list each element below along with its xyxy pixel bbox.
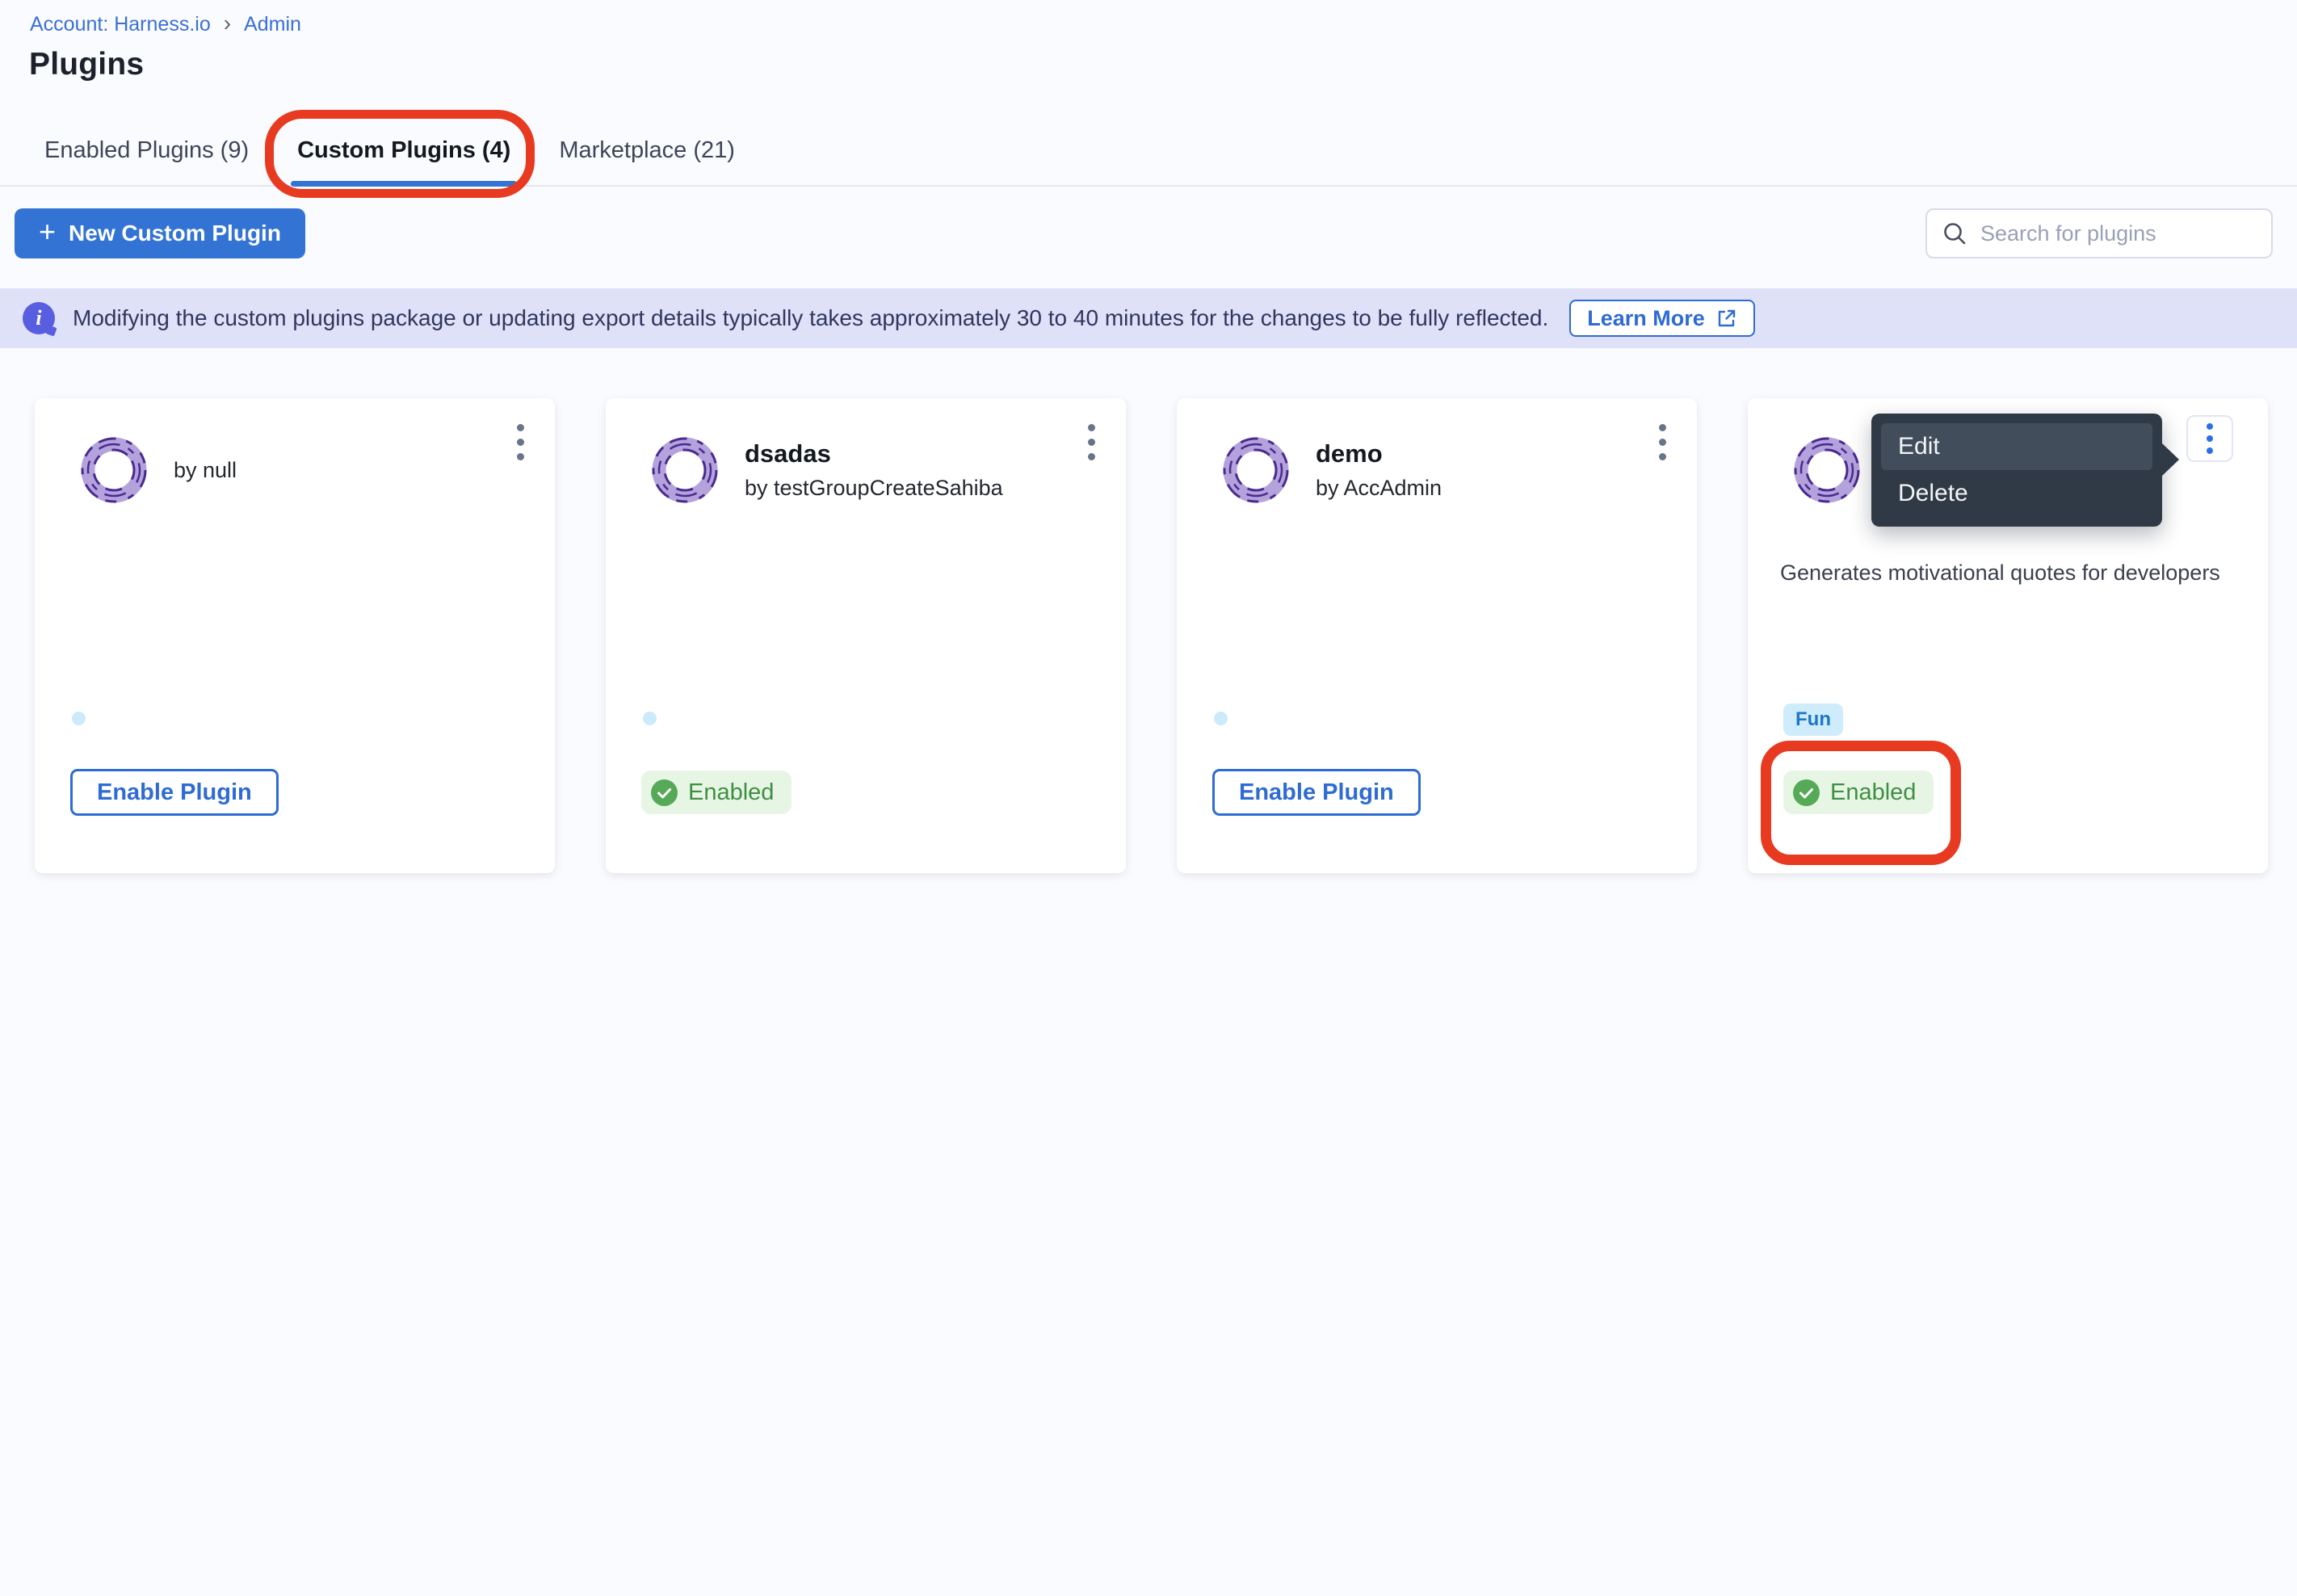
tab-bar: Enabled Plugins (9) Custom Plugins (4) M… xyxy=(0,105,2297,187)
check-circle-icon xyxy=(1793,779,1820,806)
new-custom-plugin-label: New Custom Plugin xyxy=(69,220,281,246)
learn-more-label: Learn More xyxy=(1587,306,1705,331)
plugin-search xyxy=(1925,208,2273,258)
info-banner: i Modifying the custom plugins package o… xyxy=(0,288,2297,348)
menu-item-edit[interactable]: Edit xyxy=(1881,423,2152,470)
learn-more-button[interactable]: Learn More xyxy=(1569,300,1755,337)
breadcrumb-admin-link[interactable]: Admin xyxy=(244,13,301,36)
banner-message: Modifying the custom plugins package or … xyxy=(73,305,1548,331)
search-icon xyxy=(1942,220,1967,246)
plugin-description: Generates motivational quotes for develo… xyxy=(1780,558,2239,587)
kebab-menu-icon[interactable] xyxy=(1656,421,1669,464)
fun-tag: Fun xyxy=(1783,704,1843,736)
page-title: Plugins xyxy=(29,47,144,82)
plugin-card-dsadas: dsadas by testGroupCreateSahiba Enabled xyxy=(606,398,1126,873)
plugin-logo-icon xyxy=(651,436,719,504)
tag-dot xyxy=(643,712,657,725)
menu-item-delete[interactable]: Delete xyxy=(1881,470,2152,517)
enable-plugin-button[interactable]: Enable Plugin xyxy=(1212,769,1421,816)
plugin-logo-icon xyxy=(1793,436,1861,504)
tab-custom-plugins[interactable]: Custom Plugins (4) xyxy=(294,137,514,185)
tab-custom-plugins-label: Custom Plugins (4) xyxy=(297,137,510,163)
plugin-meta: demo by AccAdmin xyxy=(1316,439,1442,501)
plugin-name: demo xyxy=(1316,439,1442,468)
plugin-author: by AccAdmin xyxy=(1316,476,1442,501)
enabled-status-badge: Enabled xyxy=(1783,771,1934,814)
card-context-menu: Edit Delete xyxy=(1871,414,2162,527)
check-circle-icon xyxy=(651,779,678,806)
plugin-logo-icon xyxy=(80,436,148,504)
plugin-author: by null xyxy=(174,458,237,483)
breadcrumb: Account: Harness.io › Admin xyxy=(30,13,301,36)
plugin-card-demo: demo by AccAdmin Enable Plugin xyxy=(1177,398,1697,873)
tab-enabled-plugins[interactable]: Enabled Plugins (9) xyxy=(41,137,252,185)
plugin-logo-icon xyxy=(1222,436,1290,504)
plugin-meta: by null xyxy=(174,458,237,483)
chevron-right-icon: › xyxy=(224,12,231,35)
enabled-status-badge: Enabled xyxy=(641,771,792,814)
enabled-status-label: Enabled xyxy=(1830,779,1916,806)
enabled-status-label: Enabled xyxy=(688,779,774,806)
tab-marketplace[interactable]: Marketplace (21) xyxy=(556,137,738,185)
breadcrumb-account-link[interactable]: Account: Harness.io xyxy=(30,13,211,36)
tag-dot xyxy=(1214,712,1228,725)
new-custom-plugin-button[interactable]: + New Custom Plugin xyxy=(15,208,305,258)
plugin-card-grid: by null Enable Plugin dsadas by testGrou… xyxy=(35,398,2268,873)
kebab-menu-icon[interactable] xyxy=(514,421,527,464)
enable-plugin-button[interactable]: Enable Plugin xyxy=(70,769,279,816)
tag-dot xyxy=(72,712,86,725)
external-link-icon xyxy=(1716,308,1737,329)
plugin-meta: dsadas by testGroupCreateSahiba xyxy=(745,439,1003,501)
active-tab-underline xyxy=(291,181,517,187)
card-header: by null xyxy=(80,436,466,504)
search-input[interactable] xyxy=(1925,208,2273,258)
kebab-menu-icon[interactable] xyxy=(1085,421,1098,464)
plugin-card-null: by null Enable Plugin xyxy=(35,398,555,873)
plus-icon: + xyxy=(39,217,56,246)
card-header: demo by AccAdmin xyxy=(1222,436,1608,504)
info-icon: i xyxy=(23,302,55,334)
kebab-menu-button[interactable] xyxy=(2186,415,2233,462)
plugin-name: dsadas xyxy=(745,439,1003,468)
plugin-card-quotes: Generates motivational quotes for develo… xyxy=(1748,398,2268,873)
plugin-author: by testGroupCreateSahiba xyxy=(745,476,1003,501)
card-header: dsadas by testGroupCreateSahiba xyxy=(651,436,1037,504)
